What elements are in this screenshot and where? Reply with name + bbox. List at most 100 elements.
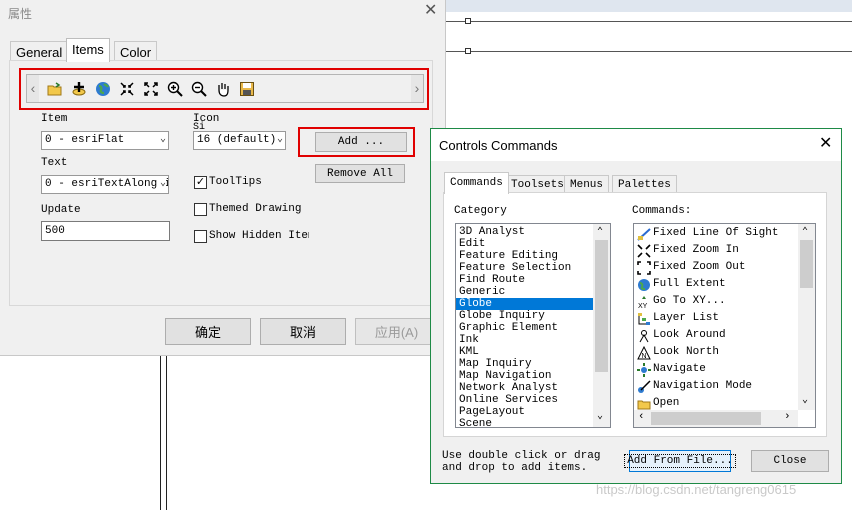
scrollbar-thumb[interactable] <box>595 240 608 372</box>
show-hidden-label: Show Hidden Items <box>209 230 309 242</box>
category-item[interactable]: Online Services <box>456 394 593 406</box>
category-item[interactable]: Globe <box>456 298 593 310</box>
command-label: Navigation Mode <box>653 380 753 392</box>
command-item[interactable]: Layer List <box>634 310 798 327</box>
command-item[interactable]: Full Extent <box>634 276 798 293</box>
category-item[interactable]: PageLayout <box>456 406 593 418</box>
background-line <box>160 356 161 510</box>
add-data-icon[interactable] <box>69 79 89 99</box>
scroll-down-icon[interactable]: ⌄ <box>597 410 603 422</box>
goto-xy-icon: XY <box>636 294 651 309</box>
category-item[interactable]: Graphic Element <box>456 322 593 334</box>
look-north-icon: N <box>636 345 651 360</box>
controls-commands-dialog: Controls Commands ✕ Commands Toolsets Me… <box>430 128 842 484</box>
text-position-value: 0 - esriTextAlongside <box>45 178 168 190</box>
line-of-sight-icon <box>636 226 651 241</box>
category-item[interactable]: Network Analyst <box>456 382 593 394</box>
command-label: Go To XY... <box>653 295 726 307</box>
scroll-up-icon[interactable]: ⌃ <box>802 226 808 238</box>
tab-menus[interactable]: Menus <box>564 175 610 193</box>
scroll-left-button[interactable]: ‹ <box>27 75 39 102</box>
selection-handle[interactable] <box>465 18 471 24</box>
category-item[interactable]: Edit <box>456 238 593 250</box>
fixed-zoom-in-icon <box>636 243 651 258</box>
category-list[interactable]: 3D Analyst Edit Feature Editing Feature Sel… <box>455 223 611 428</box>
open-folder-icon <box>636 396 651 411</box>
text-position-select[interactable]: 0 - esriTextAlongside ⌄ <box>41 175 169 194</box>
globe-icon[interactable] <box>93 79 113 99</box>
close-button[interactable]: Close <box>751 450 829 472</box>
command-item[interactable]: XY Go To XY... <box>634 293 798 310</box>
toolbar-preview: ‹ › <box>26 74 424 103</box>
category-item[interactable]: Map Inquiry <box>456 358 593 370</box>
close-icon[interactable]: ✕ <box>424 3 437 19</box>
command-item[interactable]: Fixed Line Of Sight <box>634 225 798 242</box>
scroll-left-icon[interactable]: ‹ <box>638 411 645 423</box>
icon-size-select[interactable]: 16 (default) ⌄ <box>193 131 286 150</box>
scroll-down-icon[interactable]: ⌄ <box>802 394 808 406</box>
commands-hscrollbar[interactable]: ‹ › <box>634 410 798 427</box>
category-item[interactable]: Feature Editing <box>456 250 593 262</box>
tab-general[interactable]: General <box>10 41 69 62</box>
add-from-file-button[interactable]: Add From File... <box>624 450 736 472</box>
fixed-zoom-out-icon[interactable] <box>141 79 161 99</box>
category-item[interactable]: 3D Analyst <box>456 226 593 238</box>
globe-icon <box>636 277 651 292</box>
tab-palettes[interactable]: Palettes <box>612 175 677 193</box>
scrollbar-thumb[interactable] <box>651 412 761 425</box>
command-item[interactable]: N Look North <box>634 344 798 361</box>
apply-button[interactable]: 应用(A) <box>355 318 438 345</box>
zoom-in-icon[interactable] <box>165 79 185 99</box>
category-item[interactable]: Find Route <box>456 274 593 286</box>
category-item[interactable]: Map Navigation <box>456 370 593 382</box>
tooltips-label: ToolTips <box>209 176 262 188</box>
tab-commands[interactable]: Commands <box>444 172 509 194</box>
cancel-button[interactable]: 取消 <box>260 318 346 345</box>
category-scrollbar[interactable]: ⌃ ⌄ <box>593 224 610 427</box>
command-item[interactable]: Fixed Zoom In <box>634 242 798 259</box>
update-label: Update <box>41 204 81 216</box>
properties-dialog: 属性 ✕ General Items Color ‹ › Item 0 - es… <box>0 0 446 356</box>
category-item[interactable]: KML <box>456 346 593 358</box>
fixed-zoom-in-icon[interactable] <box>117 79 137 99</box>
show-hidden-checkbox[interactable] <box>194 230 207 243</box>
scroll-right-button[interactable]: › <box>411 75 423 102</box>
remove-all-button[interactable]: Remove All <box>315 164 405 183</box>
command-item[interactable]: Fixed Zoom Out <box>634 259 798 276</box>
close-icon[interactable]: ✕ <box>819 136 832 152</box>
tooltips-checkbox[interactable]: ✓ <box>194 176 207 189</box>
category-item[interactable]: Globe Inquiry <box>456 310 593 322</box>
pan-hand-icon[interactable] <box>213 79 233 99</box>
category-item[interactable]: Generic <box>456 286 593 298</box>
save-icon[interactable] <box>237 79 257 99</box>
background-line <box>166 356 167 510</box>
update-input[interactable]: 500 <box>41 221 170 241</box>
command-item[interactable]: Navigation Mode <box>634 378 798 395</box>
look-around-icon <box>636 328 651 343</box>
ok-button[interactable]: 确定 <box>165 318 251 345</box>
open-folder-icon[interactable] <box>45 79 65 99</box>
scroll-up-icon[interactable]: ⌃ <box>597 226 603 238</box>
command-label: Fixed Line Of Sight <box>653 227 779 239</box>
commands-scrollbar[interactable]: ⌃ ⌄ <box>798 224 815 410</box>
category-item[interactable]: Ink <box>456 334 593 346</box>
selection-handle[interactable] <box>465 48 471 54</box>
category-item[interactable]: Scene <box>456 418 593 427</box>
command-item[interactable]: Look Around <box>634 327 798 344</box>
layer-list-icon <box>636 311 651 326</box>
zoom-out-icon[interactable] <box>189 79 209 99</box>
commands-list[interactable]: Fixed Line Of Sight Fixed Zoom In Fixed Zo… <box>633 223 816 428</box>
icon-size-value: 16 (default) <box>197 134 277 146</box>
item-select-value: 0 - esriFlat <box>45 134 125 146</box>
command-item[interactable]: Navigate <box>634 361 798 378</box>
add-button[interactable]: Add ... <box>315 132 407 152</box>
tab-color[interactable]: Color <box>114 41 158 62</box>
category-item[interactable]: Feature Selection <box>456 262 593 274</box>
tab-items[interactable]: Items <box>66 38 110 62</box>
chevron-down-icon: ⌄ <box>157 177 166 189</box>
scrollbar-thumb[interactable] <box>800 240 813 288</box>
tab-toolsets[interactable]: Toolsets <box>505 175 570 193</box>
themed-drawing-checkbox[interactable] <box>194 203 207 216</box>
scroll-right-icon[interactable]: › <box>784 411 791 423</box>
item-select[interactable]: 0 - esriFlat ⌄ <box>41 131 169 150</box>
